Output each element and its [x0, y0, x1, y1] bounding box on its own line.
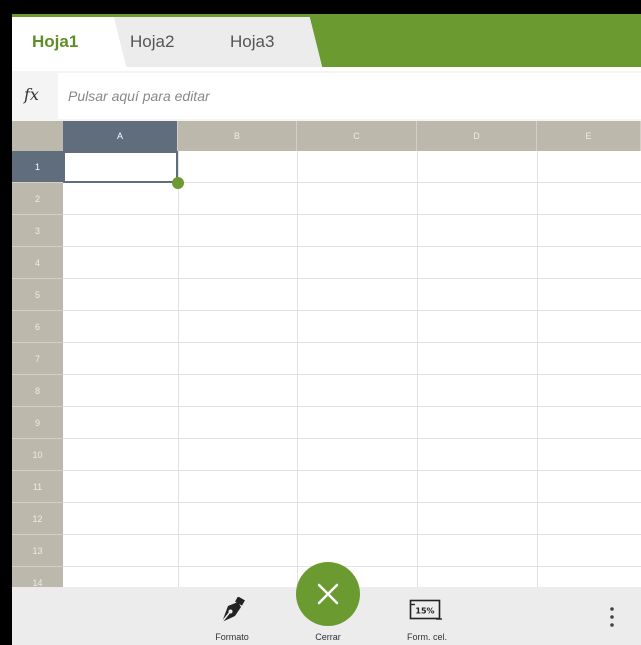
tab-label: Hoja3 [230, 32, 275, 51]
row-gridline [63, 278, 641, 279]
row-gridline [63, 502, 641, 503]
close-label: Cerrar [315, 632, 341, 642]
selection-handle[interactable] [172, 177, 184, 189]
fx-icon: fx [24, 85, 39, 104]
tab-hoja1[interactable]: Hoja1 [12, 17, 127, 67]
pen-nib-icon [221, 597, 245, 623]
close-button[interactable] [296, 562, 360, 626]
format-label: Formato [215, 632, 249, 642]
row-header-5[interactable]: 5 [12, 279, 63, 311]
more-vert-icon[interactable] [606, 605, 618, 629]
row-gridline [63, 406, 641, 407]
tab-label: Hoja2 [130, 32, 175, 51]
row-header-2[interactable]: 2 [12, 183, 63, 215]
row-gridline [63, 342, 641, 343]
column-gridline [178, 151, 179, 587]
column-header-d[interactable]: D [417, 121, 537, 151]
row-header-1[interactable]: 1 [12, 151, 63, 183]
column-header-a[interactable]: A [63, 121, 178, 151]
row-header-8[interactable]: 8 [12, 375, 63, 407]
cell-format-label: Form. cel. [406, 632, 447, 642]
tab-hoja2[interactable]: Hoja2 [110, 17, 227, 67]
select-all-corner[interactable] [12, 121, 63, 151]
selected-cell[interactable] [63, 151, 178, 183]
column-header-b[interactable]: B [178, 121, 297, 151]
row-header-11[interactable]: 11 [12, 471, 63, 503]
row-gridline [63, 438, 641, 439]
row-header-6[interactable]: 6 [12, 311, 63, 343]
cell-format-button[interactable]: 15% Form. cel. [382, 587, 472, 645]
row-header-10[interactable]: 10 [12, 439, 63, 471]
formula-input[interactable] [58, 73, 641, 119]
row-gridline [63, 374, 641, 375]
row-gridline [63, 534, 641, 535]
row-gridline [63, 246, 641, 247]
tab-label: Hoja1 [32, 32, 79, 51]
format-button[interactable]: Formato [192, 587, 272, 645]
sheet-tab-bar: Hoja3 Hoja2 Hoja1 [12, 14, 641, 67]
column-gridline [417, 151, 418, 587]
column-gridline [537, 151, 538, 587]
row-header-9[interactable]: 9 [12, 407, 63, 439]
percent-format-icon: 15% [409, 599, 442, 620]
close-icon [317, 583, 339, 605]
row-header-3[interactable]: 3 [12, 215, 63, 247]
column-gridline [297, 151, 298, 587]
spreadsheet-grid[interactable]: A B C D E 1 2 3 4 5 6 7 8 9 10 11 12 13 14 [12, 121, 641, 599]
row-gridline [63, 214, 641, 215]
row-header-4[interactable]: 4 [12, 247, 63, 279]
row-header-12[interactable]: 12 [12, 503, 63, 535]
row-gridline [63, 470, 641, 471]
formula-bar: fx [12, 71, 641, 121]
column-header-e[interactable]: E [537, 121, 641, 151]
spreadsheet-app: Hoja3 Hoja2 Hoja1 fx ABCDE12345678910111… [12, 14, 641, 645]
row-gridline [63, 310, 641, 311]
column-header-c[interactable]: C [297, 121, 417, 151]
row-header-13[interactable]: 13 [12, 535, 63, 567]
row-header-7[interactable]: 7 [12, 343, 63, 375]
svg-text:15%: 15% [415, 607, 434, 616]
